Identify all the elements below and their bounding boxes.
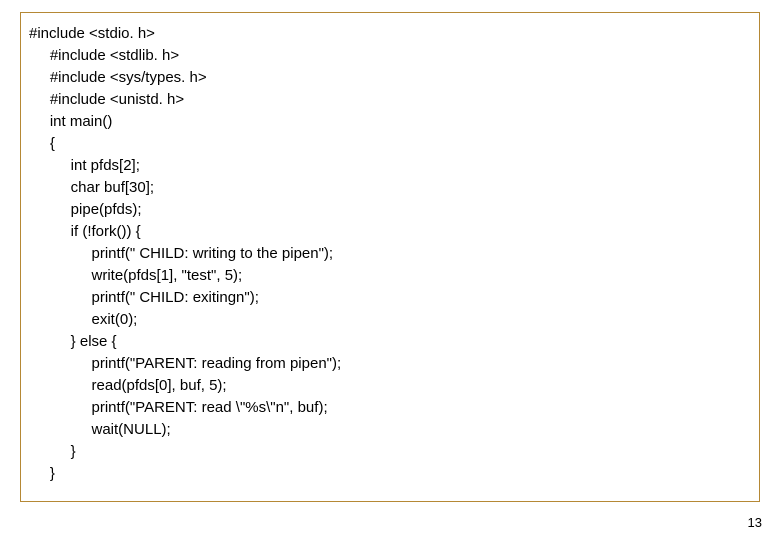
code-line: pipe(pfds); <box>29 199 751 221</box>
code-line: #include <stdlib. h> <box>29 45 751 67</box>
code-line: printf("PARENT: reading from pipen"); <box>29 353 751 375</box>
code-box: #include <stdio. h> #include <stdlib. h>… <box>20 12 760 502</box>
code-line: { <box>29 133 751 155</box>
code-line: read(pfds[0], buf, 5); <box>29 375 751 397</box>
code-line: int pfds[2]; <box>29 155 751 177</box>
code-line: #include <stdio. h> <box>29 23 751 45</box>
code-line: char buf[30]; <box>29 177 751 199</box>
code-line: } <box>29 441 751 463</box>
code-line: printf(" CHILD: writing to the pipen"); <box>29 243 751 265</box>
code-line: printf("PARENT: read \"%s\"n", buf); <box>29 397 751 419</box>
code-line: printf(" CHILD: exitingn"); <box>29 287 751 309</box>
code-line: #include <unistd. h> <box>29 89 751 111</box>
code-line: } <box>29 463 751 485</box>
page-number: 13 <box>748 515 762 530</box>
code-line: if (!fork()) { <box>29 221 751 243</box>
code-line: } else { <box>29 331 751 353</box>
code-line: #include <sys/types. h> <box>29 67 751 89</box>
code-line: write(pfds[1], "test", 5); <box>29 265 751 287</box>
code-line: wait(NULL); <box>29 419 751 441</box>
code-line: exit(0); <box>29 309 751 331</box>
code-line: int main() <box>29 111 751 133</box>
